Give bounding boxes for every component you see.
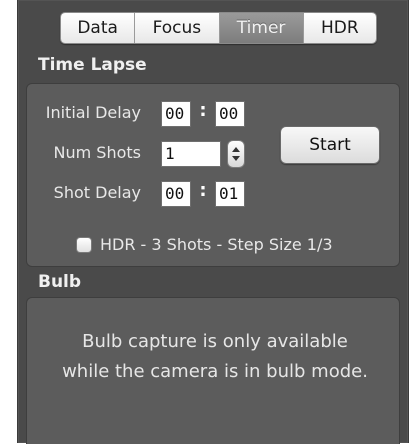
num-shots-stepper[interactable] bbox=[227, 140, 245, 168]
tab-focus[interactable]: Focus bbox=[135, 13, 220, 43]
hdr-checkbox-label: HDR - 3 Shots - Step Size 1/3 bbox=[100, 235, 333, 254]
shot-delay-label: Shot Delay bbox=[53, 183, 141, 202]
initial-delay-seconds-field[interactable]: 00 bbox=[215, 101, 245, 127]
stepper-arrows-icon bbox=[232, 147, 240, 161]
shot-delay-minutes-field[interactable]: 00 bbox=[161, 181, 191, 207]
num-shots-label: Num Shots bbox=[53, 143, 141, 162]
initial-delay-label: Initial Delay bbox=[45, 103, 141, 122]
shot-delay-separator: : bbox=[199, 180, 207, 201]
bulb-message-line2: while the camera is in bulb mode. bbox=[62, 361, 368, 382]
bulb-message: Bulb capture is only available while the… bbox=[20, 327, 410, 387]
hdr-checkbox[interactable] bbox=[76, 237, 92, 253]
tab-bar: Data Focus Timer HDR bbox=[60, 12, 377, 44]
bulb-title: Bulb bbox=[38, 272, 82, 292]
shot-delay-seconds-field[interactable]: 01 bbox=[215, 181, 245, 207]
initial-delay-minutes-field[interactable]: 00 bbox=[161, 101, 191, 127]
start-button[interactable]: Start bbox=[280, 126, 380, 164]
num-shots-field[interactable]: 1 bbox=[161, 141, 221, 167]
bulb-message-line1: Bulb capture is only available bbox=[82, 331, 348, 352]
tab-data[interactable]: Data bbox=[61, 13, 136, 43]
initial-delay-separator: : bbox=[199, 100, 207, 121]
tab-hdr[interactable]: HDR bbox=[303, 13, 376, 43]
time-lapse-title: Time Lapse bbox=[38, 55, 147, 75]
tab-timer[interactable]: Timer bbox=[219, 13, 304, 43]
